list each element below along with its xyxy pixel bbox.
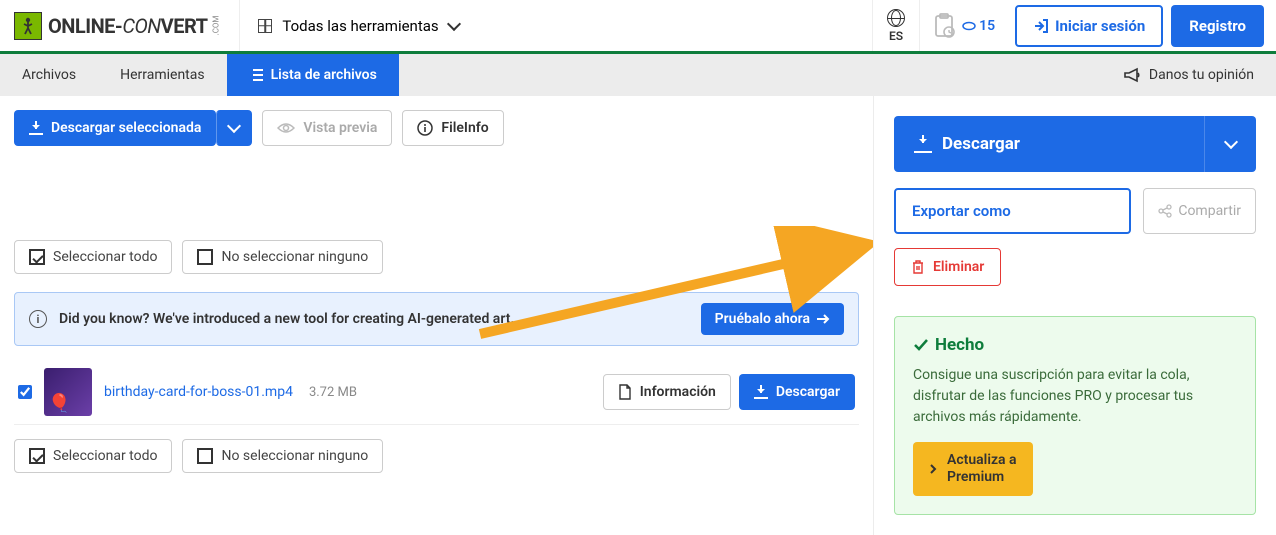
chevron-right-icon	[929, 463, 937, 475]
coin-icon	[962, 21, 976, 31]
logo-text: ONLINE-CONVERT	[48, 14, 208, 38]
download-icon	[29, 121, 43, 135]
login-button[interactable]: Iniciar sesión	[1015, 5, 1163, 47]
clipboard-icon	[932, 13, 956, 39]
checkbox-checked-icon	[29, 249, 45, 265]
selection-row-top: Seleccionar todo No seleccionar ninguno	[14, 236, 859, 278]
download-icon	[754, 385, 768, 399]
checkbox-empty-icon	[197, 448, 213, 464]
content: Descargar seleccionada Vista previa File…	[0, 96, 1276, 535]
chevron-down-icon	[447, 16, 461, 30]
file-info-button[interactable]: Información	[603, 374, 731, 410]
language-label: ES	[889, 29, 903, 43]
list-icon	[249, 69, 263, 81]
file-name-link[interactable]: birthday-card-for-boss-01.mp4	[104, 384, 293, 400]
info-icon: i	[29, 310, 47, 328]
checkbox-empty-icon	[197, 249, 213, 265]
file-checkbox[interactable]	[18, 385, 32, 399]
checkbox-checked-icon	[29, 448, 45, 464]
logo-icon	[14, 12, 42, 40]
grid-icon	[258, 19, 272, 33]
logo[interactable]: ONLINE-CONVERT .COM	[0, 12, 239, 40]
done-text: Consigue una suscripción para evitar la …	[913, 365, 1237, 428]
info-icon	[417, 120, 433, 136]
select-none-button[interactable]: No seleccionar ninguno	[182, 439, 383, 473]
register-label: Registro	[1189, 17, 1246, 35]
file-row: birthday-card-for-boss-01.mp4 3.72 MB In…	[14, 360, 859, 425]
chevron-down-icon	[227, 119, 241, 133]
megaphone-icon	[1123, 67, 1141, 83]
download-icon	[914, 135, 932, 153]
main-panel: Descargar seleccionada Vista previa File…	[0, 96, 874, 535]
document-icon	[618, 384, 632, 400]
try-now-button[interactable]: Pruébalo ahora	[701, 303, 844, 335]
download-dropdown[interactable]	[1204, 116, 1256, 172]
all-tools-label: Todas las herramientas	[282, 17, 438, 35]
select-none-button[interactable]: No seleccionar ninguno	[182, 240, 383, 274]
info-banner: i Did you know? We've introduced a new t…	[14, 292, 859, 346]
history-credits[interactable]: 15	[919, 0, 1007, 51]
header: ONLINE-CONVERT .COM Todas las herramient…	[0, 0, 1276, 54]
download-selected-dropdown[interactable]	[216, 110, 252, 146]
side-download: Descargar	[894, 116, 1256, 172]
file-download-button[interactable]: Descargar	[739, 374, 855, 410]
tab-files[interactable]: Archivos	[0, 54, 98, 96]
file-thumbnail[interactable]	[44, 368, 92, 416]
fileinfo-button[interactable]: FileInfo	[402, 110, 503, 146]
login-icon	[1033, 18, 1049, 34]
trash-icon	[911, 259, 925, 275]
select-all-button[interactable]: Seleccionar todo	[14, 240, 172, 274]
done-box: Hecho Consigue una suscripción para evit…	[894, 316, 1256, 515]
download-button[interactable]: Descargar	[894, 116, 1204, 172]
download-selected-button[interactable]: Descargar seleccionada	[14, 110, 216, 146]
login-label: Iniciar sesión	[1055, 17, 1145, 35]
check-icon	[913, 338, 929, 352]
all-tools-dropdown[interactable]: Todas las herramientas	[239, 0, 476, 51]
upgrade-premium-button[interactable]: Actualiza a Premium	[913, 442, 1033, 496]
preview-button: Vista previa	[262, 110, 392, 146]
tab-file-list[interactable]: Lista de archivos	[227, 54, 399, 96]
logo-suffix: .COM	[211, 16, 220, 36]
share-button: Compartir	[1143, 188, 1256, 234]
eye-icon	[277, 122, 295, 134]
toolbar: Descargar seleccionada Vista previa File…	[14, 110, 859, 146]
chevron-down-icon	[1223, 135, 1237, 149]
credits-count: 15	[962, 18, 995, 34]
share-icon	[1158, 204, 1172, 218]
side-panel: Descargar Exportar como Compartir Elimin…	[874, 96, 1276, 535]
export-as-button[interactable]: Exportar como	[894, 188, 1131, 234]
select-all-button[interactable]: Seleccionar todo	[14, 439, 172, 473]
tab-bar: Archivos Herramientas Lista de archivos …	[0, 54, 1276, 96]
register-button[interactable]: Registro	[1171, 5, 1264, 47]
globe-icon	[887, 9, 905, 27]
feedback-link[interactable]: Danos tu opinión	[1101, 54, 1276, 96]
selection-row-bottom: Seleccionar todo No seleccionar ninguno	[14, 435, 859, 477]
tab-tools[interactable]: Herramientas	[98, 54, 227, 96]
file-size: 3.72 MB	[309, 385, 357, 400]
language-selector[interactable]: ES	[872, 0, 919, 51]
done-title: Hecho	[913, 335, 1237, 355]
delete-button[interactable]: Eliminar	[894, 248, 1001, 286]
side-row-export: Exportar como Compartir	[894, 188, 1256, 234]
banner-text: Did you know? We've introduced a new too…	[59, 311, 689, 327]
arrow-right-icon	[816, 313, 830, 325]
